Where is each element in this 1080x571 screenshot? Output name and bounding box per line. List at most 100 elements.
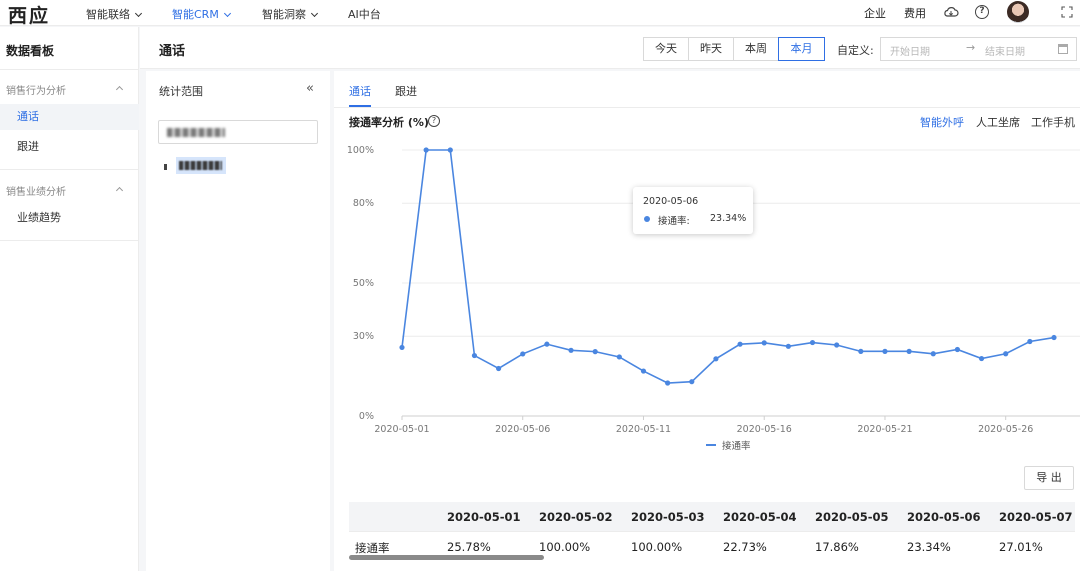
series-dot-icon — [644, 216, 650, 222]
tree-node-selected[interactable] — [176, 157, 226, 174]
sidebar-item-performance-trend[interactable]: 业绩趋势 — [0, 205, 139, 231]
y-tick-label: 100% — [347, 145, 374, 156]
divider — [334, 107, 1080, 108]
start-date-input[interactable]: 开始日期 — [890, 43, 930, 58]
tooltip-value: 23.34% — [710, 213, 747, 224]
chevron-up-icon[interactable] — [115, 186, 124, 195]
help-icon[interactable]: ? — [428, 115, 440, 127]
tree-node-icon — [164, 164, 167, 170]
chevron-down-icon — [134, 9, 143, 18]
page-title: 通话 — [159, 44, 186, 59]
divider — [0, 69, 139, 70]
data-point — [495, 365, 502, 372]
nav-item-insight[interactable]: 智能洞察 — [262, 6, 319, 22]
chart-tooltip: 2020-05-06 接通率: 23.34% — [633, 187, 753, 234]
calendar-icon[interactable] — [1058, 44, 1068, 54]
table-column-header: 2020-05-01 — [447, 510, 521, 524]
data-point — [471, 352, 478, 359]
fullscreen-icon[interactable] — [1061, 6, 1073, 18]
scope-search-input[interactable] — [158, 120, 318, 144]
period-yesterday-button[interactable]: 昨天 — [688, 37, 734, 61]
sidebar-item-calls[interactable]: 通话 — [0, 104, 139, 130]
channel-human-agent[interactable]: 人工坐席 — [976, 114, 1020, 130]
x-tick-label: 2020-05-06 — [495, 424, 550, 435]
top-nav: 西应 智能联络 智能CRM 智能洞察 AI中台 企业 费用 ? — [0, 0, 1080, 28]
channel-ai-outbound[interactable]: 智能外呼 — [920, 114, 964, 130]
table-cell: 100.00% — [631, 540, 683, 554]
data-point — [809, 339, 816, 346]
nav-item-crm[interactable]: 智能CRM — [172, 6, 231, 22]
collapse-icon[interactable]: « — [306, 81, 314, 96]
x-tick-label: 2020-05-11 — [616, 424, 671, 435]
nav-item-ai[interactable]: AI中台 — [348, 6, 381, 22]
data-point — [761, 340, 767, 346]
table-cell: 25.78% — [447, 540, 491, 554]
x-tick-label: 2020-05-26 — [978, 424, 1033, 435]
table-column-header: 2020-05-03 — [631, 510, 705, 524]
cost-link[interactable]: 费用 — [904, 5, 926, 21]
data-point — [785, 343, 791, 349]
arrow-right-icon: → — [966, 41, 976, 54]
help-icon[interactable]: ? — [975, 5, 989, 19]
scope-panel: 统计范围 « — [146, 71, 330, 571]
period-today-button[interactable]: 今天 — [643, 37, 689, 61]
sidebar-group-sales-performance[interactable]: 销售业绩分析 — [6, 183, 66, 198]
table-cell: 23.34% — [907, 540, 951, 554]
x-tick-label: 2020-05-01 — [374, 424, 429, 435]
data-point — [665, 380, 671, 386]
data-point — [423, 147, 429, 153]
horizontal-scrollbar[interactable] — [349, 555, 544, 560]
nav-item-contact[interactable]: 智能联络 — [86, 6, 143, 22]
chevron-down-icon — [223, 9, 231, 18]
sidebar: 数据看板 销售行为分析 通话 跟进 销售业绩分析 业绩趋势 — [0, 27, 139, 571]
channel-work-phone[interactable]: 工作手机 — [1031, 114, 1075, 130]
data-point — [737, 341, 743, 347]
data-point — [713, 356, 719, 362]
sidebar-group-sales-behavior[interactable]: 销售行为分析 — [6, 82, 66, 97]
period-month-button[interactable]: 本月 — [778, 37, 825, 61]
data-point — [616, 354, 622, 360]
data-point — [858, 348, 864, 354]
end-date-input[interactable]: 结束日期 — [985, 43, 1025, 58]
y-tick-label: 0% — [359, 411, 374, 422]
table-column-header: 2020-05-04 — [723, 510, 797, 524]
table-column-header: 2020-05-02 — [539, 510, 613, 524]
avatar[interactable] — [1007, 1, 1029, 23]
chevron-up-icon[interactable] — [115, 85, 124, 94]
table-column-header: 2020-05-07 — [999, 510, 1073, 524]
table-column-header: 2020-05-06 — [907, 510, 981, 524]
data-table: 接通率 2020-05-01 25.78% 2020-05-02 100.00% 202… — [349, 502, 1075, 562]
table-cell: 17.86% — [815, 540, 859, 554]
data-point — [640, 368, 647, 374]
data-point — [568, 347, 574, 353]
table-cell: 100.00% — [539, 540, 591, 554]
data-point — [1003, 351, 1009, 357]
tooltip-series-name: 接通率: — [658, 216, 690, 227]
redacted-text — [179, 161, 222, 170]
table-cell: 27.01% — [999, 540, 1043, 554]
enterprise-link[interactable]: 企业 — [864, 5, 886, 21]
data-point — [689, 379, 695, 385]
cloud-icon[interactable] — [943, 5, 959, 19]
date-range-picker[interactable]: 开始日期 → 结束日期 — [880, 37, 1077, 61]
data-point — [906, 348, 912, 354]
sidebar-item-followup[interactable]: 跟进 — [0, 134, 139, 160]
x-tick-label: 2020-05-16 — [737, 424, 792, 435]
data-point — [544, 341, 550, 347]
scope-title: 统计范围 — [159, 85, 203, 98]
data-point — [1051, 334, 1057, 341]
data-point — [592, 349, 598, 355]
divider — [0, 169, 139, 170]
chart-title: 接通率分析 (%) — [349, 116, 429, 129]
data-point — [882, 348, 888, 354]
divider — [349, 531, 1075, 532]
period-week-button[interactable]: 本周 — [733, 37, 779, 61]
table-cell: 22.73% — [723, 540, 767, 554]
page-header: 通话 今天 昨天 本周 本月 自定义: 开始日期 → 结束日期 — [140, 27, 1080, 69]
data-point — [978, 355, 985, 362]
tab-followup[interactable]: 跟进 — [395, 83, 417, 99]
app-logo[interactable]: 西应 — [8, 1, 50, 28]
table-row-label: 接通率 — [355, 541, 390, 555]
export-button[interactable]: 导 出 — [1024, 466, 1074, 490]
tab-calls[interactable]: 通话 — [349, 83, 371, 99]
